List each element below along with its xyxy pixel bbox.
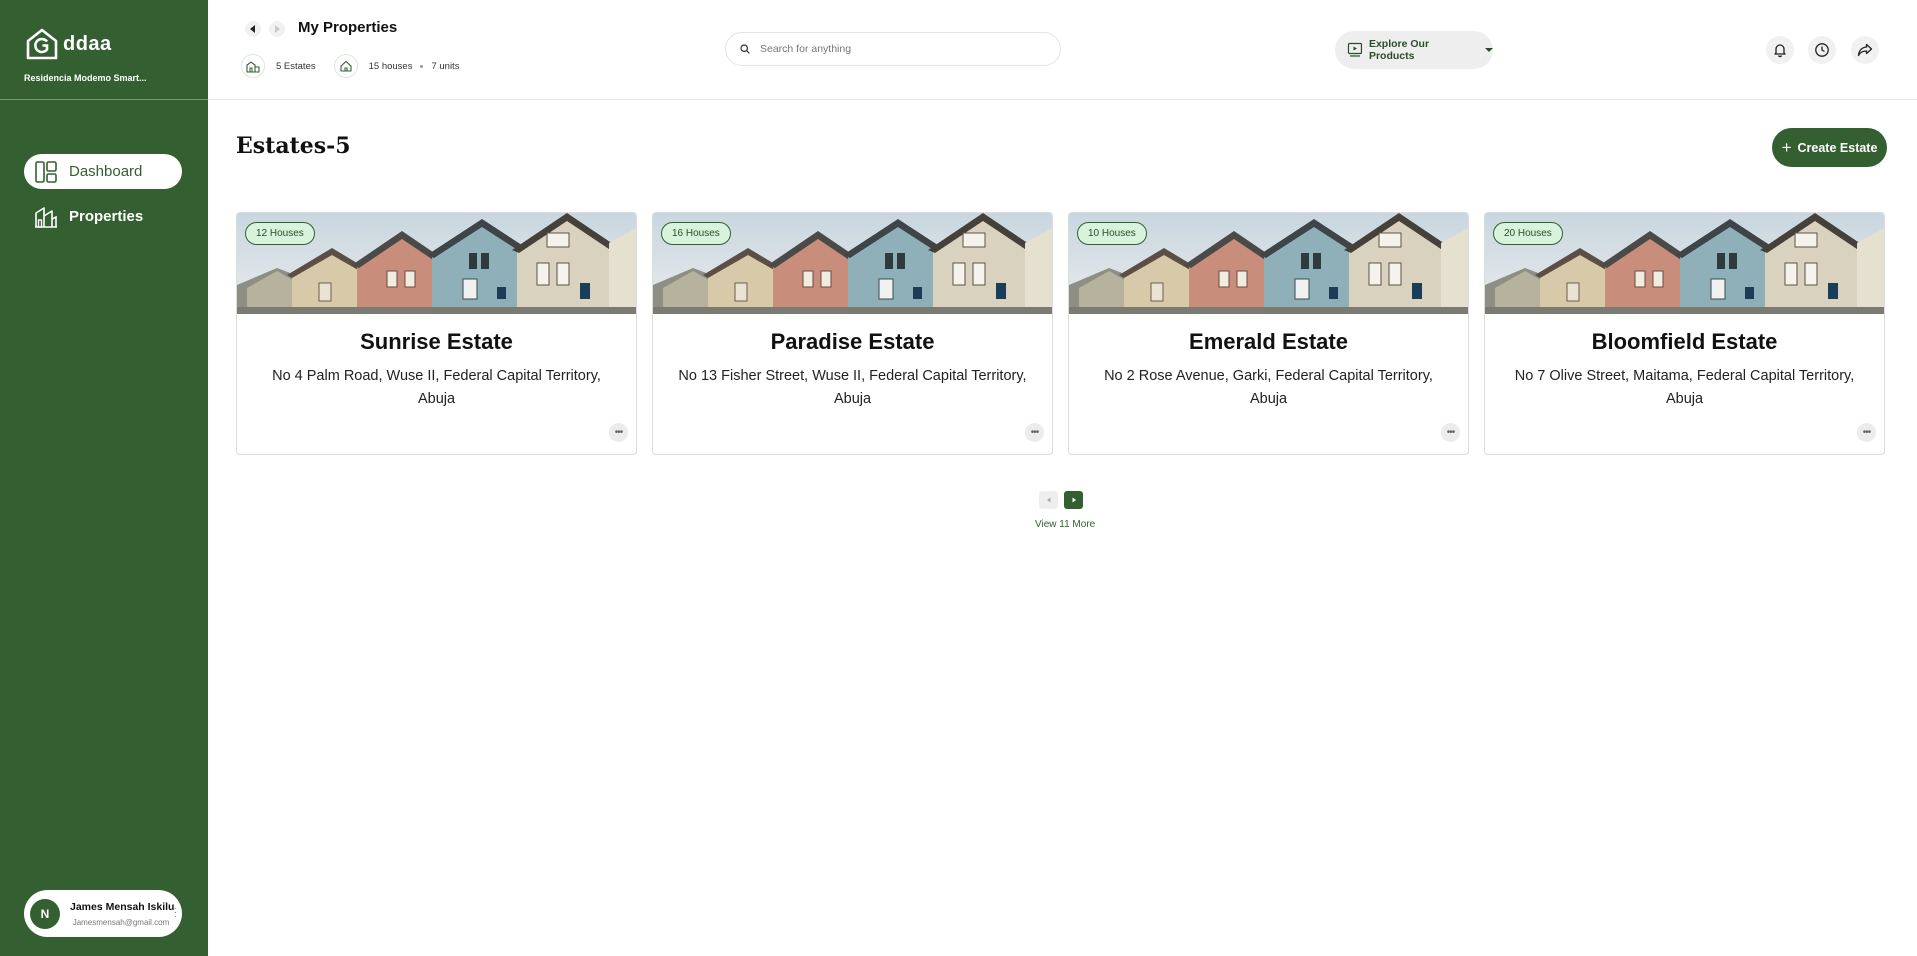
house-stat-icon — [333, 54, 358, 78]
app-root: ddaa Residencia Modemo Smart... Dashboar… — [0, 0, 1917, 956]
bell-icon — [1774, 44, 1786, 58]
user-email: Jamesmensah@gmail.com — [72, 917, 170, 927]
estate-name: Sunrise Estate — [360, 329, 513, 354]
page-title: My Properties — [298, 19, 398, 36]
workspace-name: Residencia Modemo Smart... — [24, 73, 147, 83]
estate-card[interactable]: 10 Houses Emerald Estate No 2 Rose Avenu… — [1068, 212, 1469, 455]
clock-icon — [1815, 43, 1829, 57]
houses-count: 15 houses — [368, 60, 413, 72]
estate-image: 16 Houses — [653, 213, 1052, 314]
search-icon — [740, 44, 750, 54]
chevron-right-icon — [1072, 497, 1076, 503]
estate-address: No 7 Olive Street, Maitama, Federal Capi… — [1514, 368, 1855, 407]
brand-name: ddaa — [63, 32, 112, 55]
create-estate-label: Create Estate — [1797, 140, 1878, 155]
user-info: James Mensah Iskilu Jamesmensah@gmail.co… — [70, 900, 175, 927]
estate-address: No 13 Fisher Street, Wuse II, Federal Ca… — [678, 368, 1027, 407]
video-icon — [1347, 42, 1363, 57]
brand[interactable]: ddaa — [24, 26, 112, 62]
estates-heading: Estates-5 — [236, 133, 351, 159]
user-menu-icon[interactable]: · · · — [174, 904, 177, 922]
estate-address: No 2 Rose Avenue, Garki, Federal Capital… — [1104, 368, 1433, 407]
estate-name: Bloomfield Estate — [1591, 329, 1778, 354]
forward-button[interactable] — [269, 21, 285, 37]
estate-image: 12 Houses — [237, 213, 636, 314]
houses-count-badge: 16 Houses — [661, 222, 731, 245]
user-profile-card[interactable]: N James Mensah Iskilu Jamesmensah@gmail.… — [24, 890, 182, 937]
estate-image: 10 Houses — [1069, 213, 1468, 314]
top-header: My Properties 5 Estates 15 houses 7 unit… — [208, 0, 1917, 100]
caret-down-icon — [1485, 48, 1493, 52]
estate-card[interactable]: 16 Houses Paradise Estate No 13 Fisher S… — [652, 212, 1053, 455]
history-button[interactable] — [1808, 36, 1836, 64]
sidebar: ddaa Residencia Modemo Smart... Dashboar… — [0, 0, 208, 956]
more-icon[interactable]: ••• — [1441, 423, 1460, 442]
forward-arrow-icon — [275, 25, 280, 33]
house-icon — [340, 60, 352, 72]
dashboard-icon — [35, 160, 57, 183]
share-button[interactable] — [1851, 36, 1879, 64]
houses-count-badge: 20 Houses — [1493, 222, 1563, 245]
sidebar-item-dashboard[interactable]: Dashboard — [24, 154, 182, 189]
properties-icon — [35, 206, 57, 228]
home-g-logo-icon — [26, 28, 58, 60]
estate-card[interactable]: 20 Houses Bloomfield Estate No 7 Olive S… — [1484, 212, 1885, 455]
more-icon[interactable]: ••• — [609, 423, 628, 442]
history-nav — [245, 21, 285, 37]
create-estate-button[interactable]: + Create Estate — [1772, 128, 1887, 167]
sidebar-divider — [0, 99, 208, 100]
chevron-left-icon — [1046, 497, 1050, 503]
user-name: James Mensah Iskilu — [70, 900, 175, 913]
more-icon[interactable]: ••• — [1857, 423, 1876, 442]
houses-count-badge: 10 Houses — [1077, 222, 1147, 245]
units-count: 7 units — [431, 60, 460, 72]
explore-label: Explore Our Products — [1368, 38, 1430, 62]
share-icon — [1857, 43, 1873, 57]
property-stats: 5 Estates 15 houses 7 units — [241, 54, 459, 78]
plus-icon: + — [1781, 138, 1792, 157]
sidebar-item-label: Properties — [69, 208, 144, 225]
estate-card[interactable]: 12 Houses Sunrise Estate No 4 Palm Road,… — [236, 212, 637, 455]
estate-stat-icon — [241, 54, 265, 78]
sidebar-item-properties[interactable]: Properties — [24, 199, 182, 234]
stat-separator — [420, 64, 424, 68]
sidebar-item-label: Dashboard — [69, 163, 143, 180]
estate-name: Emerald Estate — [1189, 329, 1348, 354]
estate-name: Paradise Estate — [770, 329, 935, 354]
search-bar[interactable] — [725, 32, 1061, 66]
estate-icon — [246, 61, 260, 73]
explore-products-button[interactable]: Explore Our Products — [1335, 31, 1493, 69]
estate-address: No 4 Palm Road, Wuse II, Federal Capital… — [272, 368, 601, 407]
notifications-button[interactable] — [1766, 36, 1794, 64]
estate-image: 20 Houses — [1485, 213, 1884, 314]
search-input[interactable] — [760, 43, 1030, 55]
view-more-link[interactable]: View 11 More — [1035, 519, 1095, 530]
previous-page-button[interactable] — [1039, 491, 1058, 509]
next-page-button[interactable] — [1064, 491, 1083, 509]
more-icon[interactable]: ••• — [1025, 423, 1044, 442]
estates-count: 5 Estates — [276, 60, 316, 72]
pagination — [1039, 491, 1083, 509]
back-arrow-icon — [250, 25, 255, 33]
back-button[interactable] — [245, 21, 261, 37]
avatar: N — [30, 898, 60, 929]
houses-count-badge: 12 Houses — [245, 222, 315, 245]
